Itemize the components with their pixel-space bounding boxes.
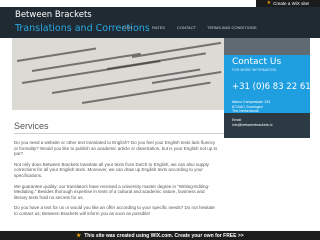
nav-item-contact[interactable]: CONTACT	[177, 25, 196, 30]
services-paragraph: We guarantee quality: our translators ha…	[14, 183, 210, 200]
address-line-1: Marco Campeslaan 134	[232, 100, 271, 104]
main-nav: ...USH RATES CONTACT TERMS AND CONDITION…	[0, 25, 320, 33]
nav-item-1[interactable]: ...USH	[120, 25, 132, 30]
wix-top-bar: ★ Create a WiX site!	[0, 0, 320, 7]
contact-sidebar: Contact Us FOR MORE INFORMATION +31 (0)6…	[224, 38, 320, 138]
site-header: Between Brackets Translations and Correc…	[0, 7, 320, 38]
nav-item-terms[interactable]: TERMS AND CONDITIONS	[207, 25, 257, 30]
services-section: Services Do you need a website or other …	[14, 114, 224, 222]
section-divider	[14, 133, 224, 134]
wix-footer-label: This site was created using WIX.com. Cre…	[84, 232, 244, 239]
email-block: Email: info@betweenbrackets.nl	[232, 118, 272, 127]
email-link[interactable]: info@betweenbrackets.nl	[232, 123, 272, 128]
services-paragraph: Do you need a website or other text tran…	[14, 140, 218, 157]
site-title: Between Brackets	[15, 10, 92, 20]
nav-item-rates[interactable]: RATES	[152, 25, 165, 30]
services-paragraph: Do you have a text for us or would you l…	[14, 205, 215, 216]
address-line-3: The Netherlands	[232, 109, 259, 113]
contact-title: Contact Us	[232, 57, 282, 67]
wix-footer-banner[interactable]: ★ This site was created using WIX.com. C…	[0, 231, 320, 240]
services-paragraph: Not only does Between Brackets translate…	[14, 161, 209, 178]
create-wix-site-button[interactable]: ★ Create a WiX site!	[256, 0, 320, 7]
phone-number: +31 (0)6 83 22 61 99	[232, 82, 320, 92]
address: Marco Campeslaan 134 8710AC Groningen Th…	[232, 100, 270, 114]
header-photo	[12, 38, 224, 110]
services-title: Services	[14, 121, 49, 131]
create-wix-site-label: Create a WiX site!	[273, 1, 310, 6]
wix-star-icon: ★	[76, 232, 82, 239]
wix-star-icon: ★	[266, 0, 272, 6]
contact-subtitle: FOR MORE INFORMATION	[232, 68, 277, 72]
